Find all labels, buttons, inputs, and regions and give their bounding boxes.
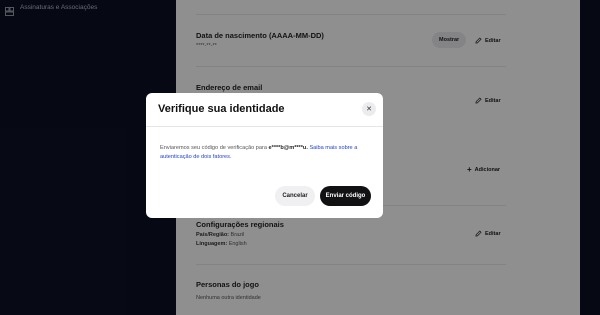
cancel-button[interactable]: Cancelar xyxy=(275,186,315,206)
dialog-title: Verifique sua identidade xyxy=(158,103,285,115)
dialog-body: Enviaremos seu código de verificação par… xyxy=(160,144,372,162)
masked-email: e****b@m****u. xyxy=(268,145,308,151)
dialog-divider xyxy=(146,126,383,127)
send-code-button[interactable]: Enviar código xyxy=(320,186,371,206)
body-text: Enviaremos seu código de verificação par… xyxy=(160,145,267,151)
verify-identity-dialog: Verifique sua identidade ✕ Enviaremos se… xyxy=(146,93,383,218)
close-icon[interactable]: ✕ xyxy=(362,102,376,116)
